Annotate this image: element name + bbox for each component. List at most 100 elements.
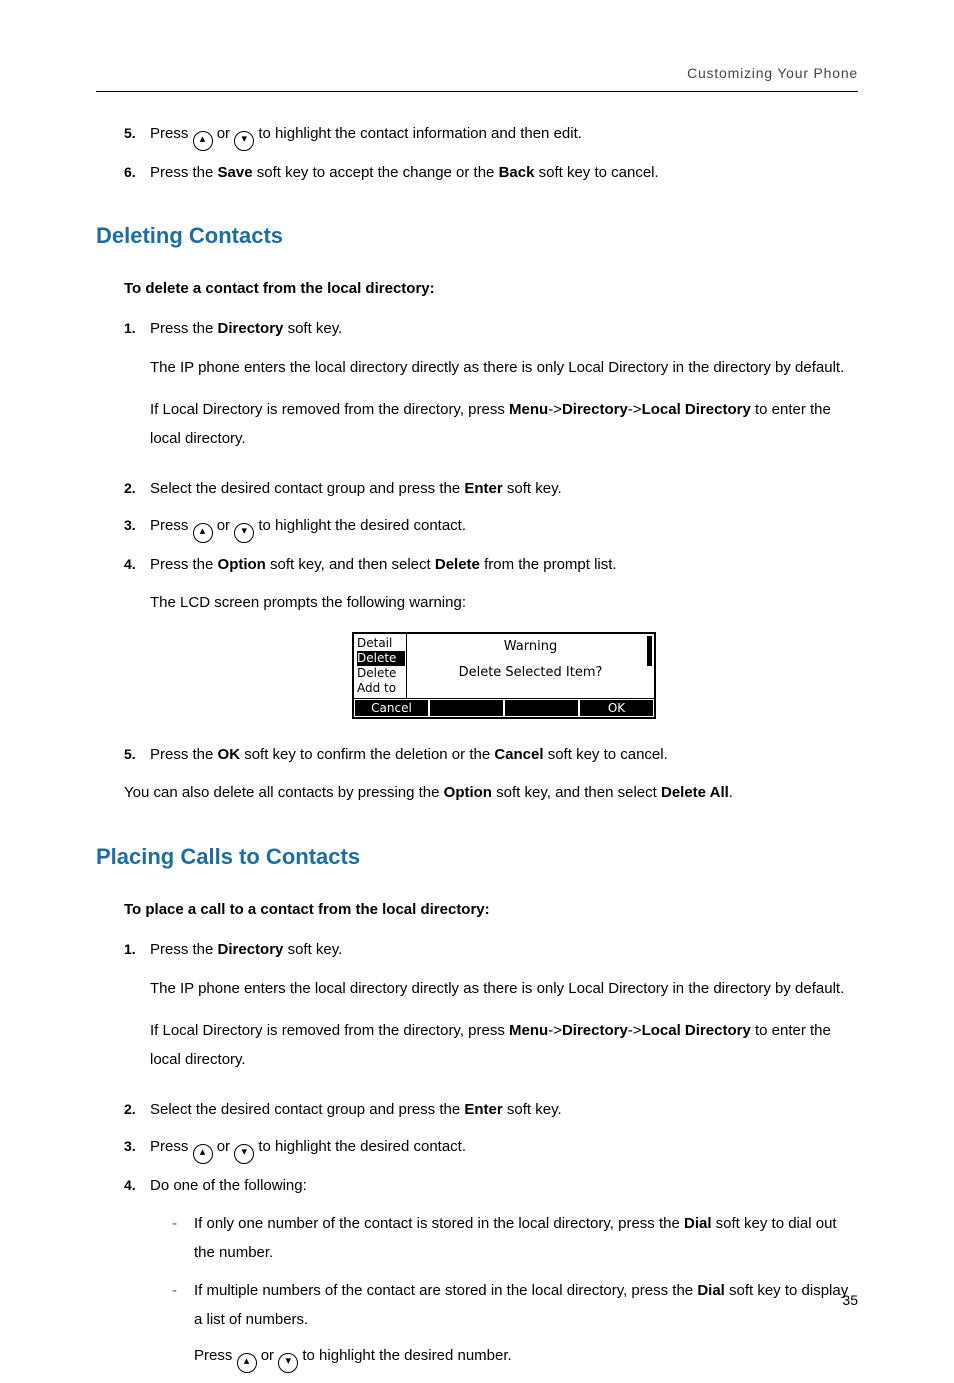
lcd-warning-prompt: Delete Selected Item? xyxy=(409,661,652,686)
step-body: Press ▴ or ▾ to highlight the desired co… xyxy=(150,1133,858,1164)
text: Press xyxy=(150,1138,193,1155)
deleting-contacts-heading: Deleting Contacts xyxy=(96,215,858,257)
lcd-warning-title: Warning xyxy=(409,635,652,660)
text: Press the xyxy=(150,164,218,181)
dial-softkey-label: Dial xyxy=(697,1282,725,1299)
step-number: 6. xyxy=(124,159,150,188)
text: to highlight the desired contact. xyxy=(258,1138,466,1155)
running-header: Customizing Your Phone xyxy=(96,60,858,87)
step-5: 5. Press ▴ or ▾ to highlight the contact… xyxy=(124,120,858,151)
directory-label: Directory xyxy=(562,401,628,418)
save-softkey-label: Save xyxy=(218,164,253,181)
text: soft key, and then select xyxy=(496,784,661,801)
menu-label: Menu xyxy=(509,1022,548,1039)
down-arrow-icon: ▾ xyxy=(234,1144,254,1164)
step-number: 1. xyxy=(124,315,150,467)
lcd-softkey-cancel: Cancel xyxy=(355,700,428,716)
option-softkey-label: Option xyxy=(444,784,492,801)
option-softkey-label: Option xyxy=(218,556,266,573)
text: soft key. xyxy=(507,480,562,497)
up-arrow-icon: ▴ xyxy=(193,131,213,151)
placing-step-3: 3. Press ▴ or ▾ to highlight the desired… xyxy=(124,1133,858,1164)
lcd-screenshot: Detail Delete Delete Add to Warning Dele… xyxy=(352,632,656,719)
lcd-scrollbar xyxy=(647,636,652,696)
step-number: 5. xyxy=(124,741,150,770)
step-number: 3. xyxy=(124,1133,150,1164)
text: If Local Directory is removed from the d… xyxy=(150,401,509,418)
text: to highlight the contact information and… xyxy=(258,125,582,142)
step-number: 4. xyxy=(124,551,150,733)
continuation-steps: 5. Press ▴ or ▾ to highlight the contact… xyxy=(124,120,858,188)
delete-after-note: You can also delete all contacts by pres… xyxy=(124,779,858,808)
step-body: Press the Directory soft key. The IP pho… xyxy=(150,936,858,1088)
text: Select the desired contact group and pre… xyxy=(150,1101,464,1118)
step-number: 3. xyxy=(124,512,150,543)
sub-item: - If multiple numbers of the contact are… xyxy=(172,1277,858,1373)
text: Select the desired contact group and pre… xyxy=(150,480,464,497)
delete-step-5: 5. Press the OK soft key to confirm the … xyxy=(124,741,858,770)
sub-list: - If only one number of the contact is s… xyxy=(172,1210,858,1373)
text: If Local Directory is removed from the d… xyxy=(150,1022,509,1039)
step-body: Press the Save soft key to accept the ch… xyxy=(150,159,858,188)
up-arrow-icon: ▴ xyxy=(193,523,213,543)
sub-item-body: If multiple numbers of the contact are s… xyxy=(194,1277,858,1373)
text: Press xyxy=(150,125,193,142)
menu-label: Menu xyxy=(509,401,548,418)
step-number: 1. xyxy=(124,936,150,1088)
step-para: The IP phone enters the local directory … xyxy=(150,975,858,1004)
directory-softkey-label: Directory xyxy=(218,320,284,337)
step-para: The LCD screen prompts the following war… xyxy=(150,589,858,618)
header-rule xyxy=(96,91,858,92)
delete-menuitem-label: Delete xyxy=(435,556,480,573)
lcd-softkey-bar: Cancel OK xyxy=(354,698,654,717)
sep: -> xyxy=(548,401,562,418)
lcd-body: Detail Delete Delete Add to Warning Dele… xyxy=(354,634,654,698)
step-number: 2. xyxy=(124,1096,150,1125)
sep: -> xyxy=(628,1022,642,1039)
text: Press the xyxy=(150,556,218,573)
placing-lead: To place a call to a contact from the lo… xyxy=(124,896,858,925)
delete-section-body: To delete a contact from the local direc… xyxy=(124,275,858,808)
directory-label: Directory xyxy=(562,1022,628,1039)
local-directory-label: Local Directory xyxy=(642,401,751,418)
text: If multiple numbers of the contact are s… xyxy=(194,1282,697,1299)
sub-item: - If only one number of the contact is s… xyxy=(172,1210,858,1267)
delete-step-4: 4. Press the Option soft key, and then s… xyxy=(124,551,858,733)
down-arrow-icon: ▾ xyxy=(234,523,254,543)
step-body: Press ▴ or ▾ to highlight the desired co… xyxy=(150,512,858,543)
placing-section-body: To place a call to a contact from the lo… xyxy=(124,896,858,1383)
step-body: Select the desired contact group and pre… xyxy=(150,1096,858,1125)
text: Do one of the following: xyxy=(150,1177,307,1194)
cancel-softkey-label: Cancel xyxy=(494,746,543,763)
lcd-softkey-blank xyxy=(430,700,503,716)
delete-step-2: 2. Select the desired contact group and … xyxy=(124,475,858,504)
sub-item-followup: Press ▴ or ▾ to highlight the desired nu… xyxy=(194,1342,858,1373)
text: Press the xyxy=(150,941,218,958)
ok-softkey-label: OK xyxy=(218,746,241,763)
step-body: Select the desired contact group and pre… xyxy=(150,475,858,504)
up-arrow-icon: ▴ xyxy=(237,1353,257,1373)
placing-calls-heading: Placing Calls to Contacts xyxy=(96,836,858,878)
step-para: If Local Directory is removed from the d… xyxy=(150,396,858,453)
text: or xyxy=(217,517,235,534)
text: Press the xyxy=(150,746,218,763)
lcd-softkey-ok: OK xyxy=(580,700,653,716)
placing-step-4: 4. Do one of the following: - If only on… xyxy=(124,1172,858,1383)
dash-icon: - xyxy=(172,1210,194,1267)
delete-lead: To delete a contact from the local direc… xyxy=(124,275,858,304)
sub-item-body: If only one number of the contact is sto… xyxy=(194,1210,858,1267)
step-body: Press ▴ or ▾ to highlight the contact in… xyxy=(150,120,858,151)
text: soft key. xyxy=(288,941,343,958)
lcd-side-item: Add to xyxy=(357,681,405,696)
lcd-main: Warning Delete Selected Item? xyxy=(407,634,654,698)
placing-step-1: 1. Press the Directory soft key. The IP … xyxy=(124,936,858,1088)
step-body: Press the Directory soft key. The IP pho… xyxy=(150,315,858,467)
text: Press xyxy=(150,517,193,534)
text: from the prompt list. xyxy=(484,556,617,573)
text: If only one number of the contact is sto… xyxy=(194,1215,684,1232)
down-arrow-icon: ▾ xyxy=(278,1353,298,1373)
step-para: The IP phone enters the local directory … xyxy=(150,354,858,383)
page-number: 35 xyxy=(842,1287,858,1314)
step-para: If Local Directory is removed from the d… xyxy=(150,1017,858,1074)
step-number: 4. xyxy=(124,1172,150,1383)
